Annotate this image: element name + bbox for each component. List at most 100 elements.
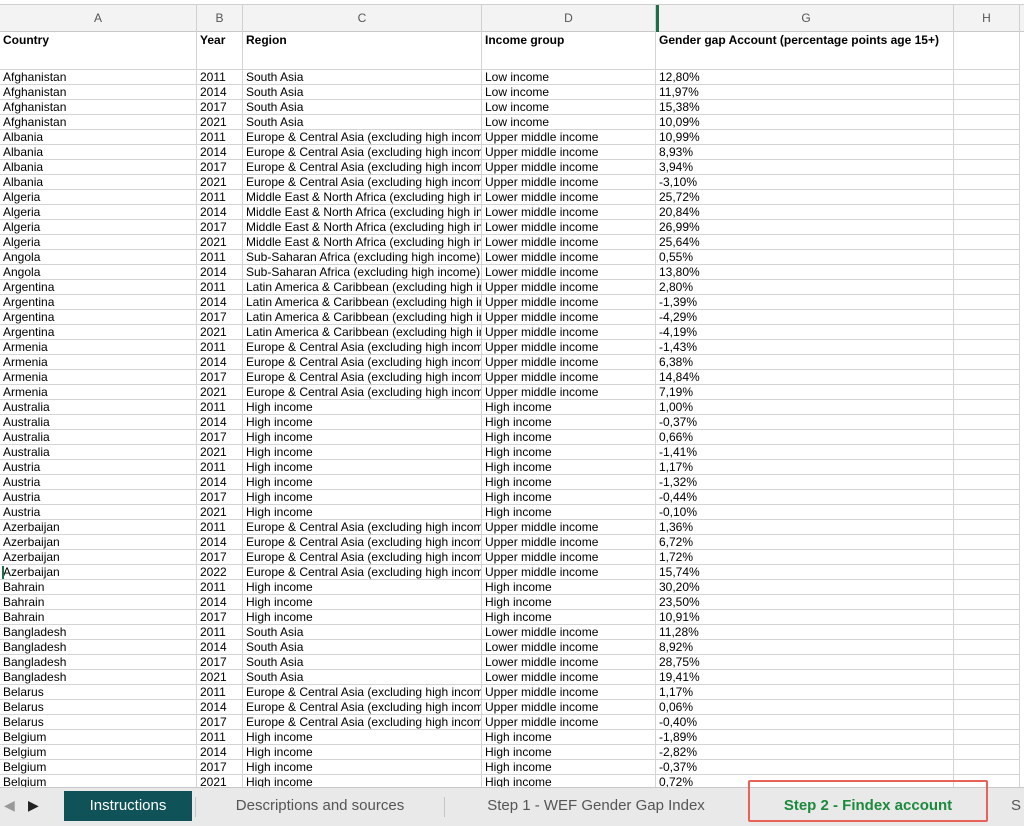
cell-year[interactable]: 2017 xyxy=(197,760,243,775)
cell-region[interactable]: Latin America & Caribbean (excluding hig… xyxy=(243,310,482,325)
cell-country[interactable]: Azerbaijan xyxy=(0,520,197,535)
cell-income-group[interactable]: Low income xyxy=(482,115,656,130)
cell-empty[interactable] xyxy=(954,460,1020,475)
cell-year[interactable]: 2011 xyxy=(197,460,243,475)
cell-empty[interactable] xyxy=(954,385,1020,400)
cell-gender-gap[interactable]: 10,91% xyxy=(656,610,954,625)
cell-income-group[interactable]: Low income xyxy=(482,85,656,100)
cell-country[interactable]: Algeria xyxy=(0,190,197,205)
cell-region[interactable]: Europe & Central Asia (excluding high in… xyxy=(243,370,482,385)
cell-region[interactable]: High income xyxy=(243,490,482,505)
cell-income-group[interactable]: Low income xyxy=(482,100,656,115)
cell-empty[interactable] xyxy=(954,670,1020,685)
cell-empty[interactable] xyxy=(954,715,1020,730)
cell-empty[interactable] xyxy=(954,580,1020,595)
tab-step1-wef-gender-gap-index[interactable]: Step 1 - WEF Gender Gap Index xyxy=(447,791,745,821)
cell-country[interactable]: Algeria xyxy=(0,235,197,250)
cell-region[interactable]: Europe & Central Asia (excluding high in… xyxy=(243,175,482,190)
cell-gender-gap[interactable]: 0,06% xyxy=(656,700,954,715)
cell-income-group[interactable]: Upper middle income xyxy=(482,160,656,175)
cell-country[interactable]: Afghanistan xyxy=(0,100,197,115)
cell-empty[interactable] xyxy=(954,355,1020,370)
cell-country[interactable]: Belgium xyxy=(0,760,197,775)
cell-year[interactable]: 2014 xyxy=(197,205,243,220)
cell-gender-gap[interactable]: 26,99% xyxy=(656,220,954,235)
tab-instructions[interactable]: Instructions xyxy=(64,791,192,821)
cell-country[interactable]: Austria xyxy=(0,460,197,475)
spreadsheet-grid[interactable]: A B C D G H Country Year Region Income g… xyxy=(0,0,1024,787)
cell-gender-gap[interactable]: 8,92% xyxy=(656,640,954,655)
cell-income-group[interactable]: Lower middle income xyxy=(482,640,656,655)
cell-income-group[interactable]: High income xyxy=(482,505,656,520)
cell-country[interactable]: Armenia xyxy=(0,355,197,370)
cell-income-group[interactable]: High income xyxy=(482,400,656,415)
cell-empty[interactable] xyxy=(954,760,1020,775)
cell-gender-gap[interactable]: -4,29% xyxy=(656,310,954,325)
cell-region[interactable]: Europe & Central Asia (excluding high in… xyxy=(243,700,482,715)
cell-region[interactable]: Europe & Central Asia (excluding high in… xyxy=(243,715,482,730)
cell-year[interactable]: 2014 xyxy=(197,355,243,370)
header-empty-cell[interactable] xyxy=(954,32,1020,70)
cell-country[interactable]: Belarus xyxy=(0,715,197,730)
cell-year[interactable]: 2021 xyxy=(197,445,243,460)
cell-empty[interactable] xyxy=(954,295,1020,310)
cell-country[interactable]: Australia xyxy=(0,445,197,460)
cell-empty[interactable] xyxy=(954,340,1020,355)
cell-region[interactable]: Europe & Central Asia (excluding high in… xyxy=(243,340,482,355)
cell-year[interactable]: 2011 xyxy=(197,340,243,355)
cell-empty[interactable] xyxy=(954,430,1020,445)
cell-country[interactable]: Argentina xyxy=(0,295,197,310)
cell-income-group[interactable]: High income xyxy=(482,460,656,475)
cell-year[interactable]: 2011 xyxy=(197,625,243,640)
cell-empty[interactable] xyxy=(954,280,1020,295)
cell-country[interactable]: Armenia xyxy=(0,340,197,355)
cell-gender-gap[interactable]: 11,97% xyxy=(656,85,954,100)
cell-country[interactable]: Argentina xyxy=(0,325,197,340)
cell-empty[interactable] xyxy=(954,130,1020,145)
cell-gender-gap[interactable]: 0,66% xyxy=(656,430,954,445)
cell-income-group[interactable]: Upper middle income xyxy=(482,310,656,325)
cell-year[interactable]: 2014 xyxy=(197,700,243,715)
cell-gender-gap[interactable]: -1,41% xyxy=(656,445,954,460)
cell-year[interactable]: 2021 xyxy=(197,235,243,250)
cell-country[interactable]: Belarus xyxy=(0,700,197,715)
cell-country[interactable]: Bahrain xyxy=(0,580,197,595)
cell-gender-gap[interactable]: -4,19% xyxy=(656,325,954,340)
cell-income-group[interactable]: High income xyxy=(482,490,656,505)
cell-region[interactable]: South Asia xyxy=(243,655,482,670)
header-country[interactable]: Country xyxy=(0,32,197,70)
cell-income-group[interactable]: Lower middle income xyxy=(482,265,656,280)
cell-region[interactable]: Latin America & Caribbean (excluding hig… xyxy=(243,295,482,310)
cell-income-group[interactable]: High income xyxy=(482,430,656,445)
cell-country[interactable]: Afghanistan xyxy=(0,85,197,100)
cell-gender-gap[interactable]: 8,93% xyxy=(656,145,954,160)
cell-region[interactable]: Middle East & North Africa (excluding hi… xyxy=(243,235,482,250)
cell-gender-gap[interactable]: 1,00% xyxy=(656,400,954,415)
cell-empty[interactable] xyxy=(954,490,1020,505)
cell-income-group[interactable]: Lower middle income xyxy=(482,235,656,250)
cell-gender-gap[interactable]: 15,74% xyxy=(656,565,954,580)
cell-gender-gap[interactable]: 7,19% xyxy=(656,385,954,400)
tab-step2-findex-account[interactable]: Step 2 - Findex account xyxy=(752,791,984,821)
cell-region[interactable]: Europe & Central Asia (excluding high in… xyxy=(243,535,482,550)
cell-empty[interactable] xyxy=(954,85,1020,100)
cell-year[interactable]: 2014 xyxy=(197,145,243,160)
cell-gender-gap[interactable]: 20,84% xyxy=(656,205,954,220)
cell-year[interactable]: 2014 xyxy=(197,85,243,100)
cell-gender-gap[interactable]: 19,41% xyxy=(656,670,954,685)
cell-empty[interactable] xyxy=(954,550,1020,565)
cell-income-group[interactable]: Lower middle income xyxy=(482,205,656,220)
cell-gender-gap[interactable]: -3,10% xyxy=(656,175,954,190)
cell-year[interactable]: 2014 xyxy=(197,595,243,610)
cell-region[interactable]: Sub-Saharan Africa (excluding high incom… xyxy=(243,250,482,265)
cell-gender-gap[interactable]: 0,55% xyxy=(656,250,954,265)
cell-income-group[interactable]: Upper middle income xyxy=(482,685,656,700)
cell-gender-gap[interactable]: 1,17% xyxy=(656,685,954,700)
cell-income-group[interactable]: Lower middle income xyxy=(482,220,656,235)
cell-income-group[interactable]: Upper middle income xyxy=(482,295,656,310)
cell-country[interactable]: Australia xyxy=(0,400,197,415)
cell-empty[interactable] xyxy=(954,235,1020,250)
cell-gender-gap[interactable]: 2,80% xyxy=(656,280,954,295)
cell-region[interactable]: High income xyxy=(243,445,482,460)
cell-region[interactable]: Europe & Central Asia (excluding high in… xyxy=(243,520,482,535)
